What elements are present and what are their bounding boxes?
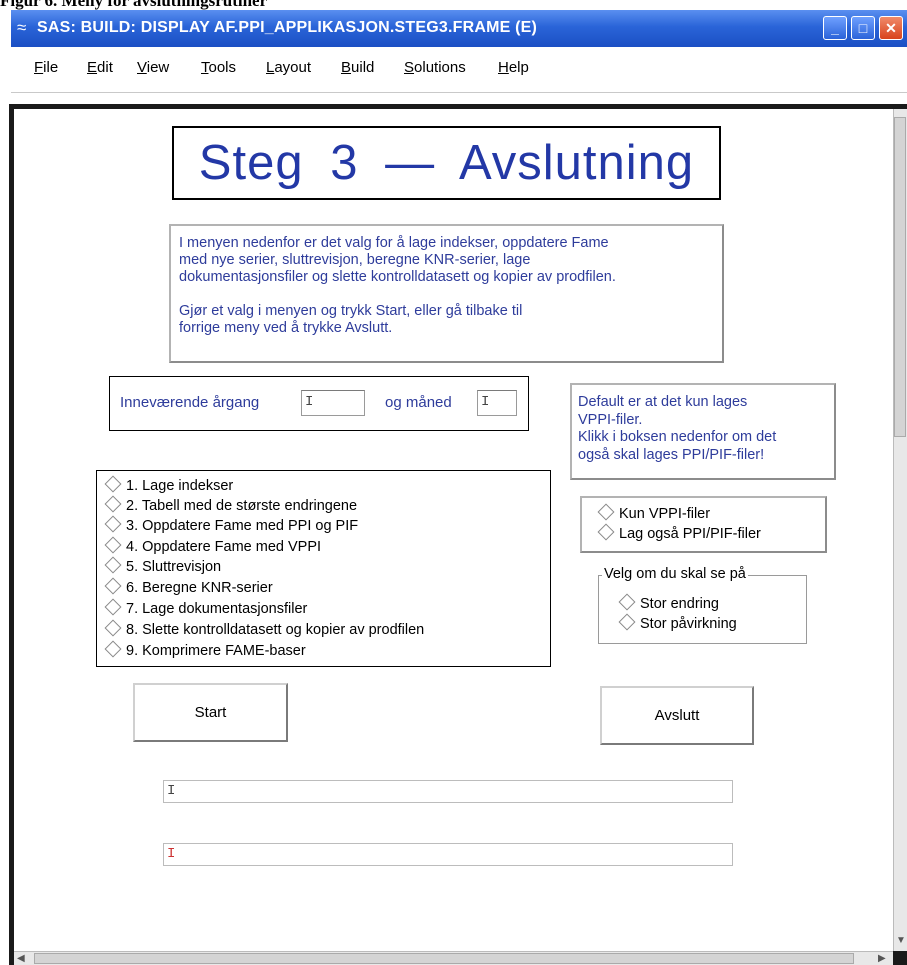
- year-label: Inneværende årgang: [120, 394, 260, 411]
- radio-diamond-icon[interactable]: [104, 515, 122, 533]
- default-note-box: Default er at det kun lages VPPI-filer. …: [570, 383, 836, 480]
- text-cursor-icon: I: [305, 394, 314, 410]
- menu-bar: File Edit View Tools Layout Build Soluti…: [11, 47, 907, 93]
- radio-diamond-icon[interactable]: [104, 598, 122, 616]
- month-label: og måned: [385, 394, 452, 411]
- menu-file[interactable]: File: [34, 59, 58, 76]
- radio-diamond-icon[interactable]: [104, 556, 122, 574]
- radio-diamond-icon[interactable]: [104, 619, 122, 637]
- task-option[interactable]: 8. Slette kontrolldatasett og kopier av …: [104, 619, 425, 639]
- text-cursor-icon: I: [167, 783, 176, 799]
- file-option-vppi[interactable]: Kun VPPI-filer: [597, 503, 711, 523]
- task-option-label: 4. Oppdatere Fame med VPPI: [126, 539, 322, 555]
- period-box: Inneværende årgang I og måned I: [109, 376, 529, 431]
- scroll-left-icon[interactable]: ◀: [17, 953, 25, 965]
- radio-diamond-icon[interactable]: [104, 495, 122, 513]
- text-cursor-icon: I: [167, 846, 176, 862]
- menu-tools[interactable]: Tools: [201, 59, 236, 76]
- month-input[interactable]: I: [477, 390, 517, 416]
- task-option-label: 6. Beregne KNR-serier: [126, 580, 273, 596]
- task-radio-group: 1. Lage indekser 2. Tabell med de størst…: [96, 470, 551, 667]
- menu-layout[interactable]: Layout: [266, 59, 311, 76]
- year-input[interactable]: I: [301, 390, 365, 416]
- task-option[interactable]: 2. Tabell med de største endringene: [104, 495, 358, 515]
- menu-help[interactable]: Help: [498, 59, 529, 76]
- task-option-label: 9. Komprimere FAME-baser: [126, 643, 306, 659]
- sas-app-icon: ≈: [17, 18, 27, 37]
- radio-diamond-icon[interactable]: [618, 613, 636, 631]
- file-option-label: Lag også PPI/PIF-filer: [619, 526, 761, 542]
- menu-build[interactable]: Build: [341, 59, 374, 76]
- minimize-button[interactable]: _: [823, 16, 847, 40]
- task-option[interactable]: 3. Oppdatere Fame med PPI og PIF: [104, 515, 359, 535]
- task-option[interactable]: 5. Sluttrevisjon: [104, 556, 222, 576]
- task-option[interactable]: 4. Oppdatere Fame med VPPI: [104, 536, 322, 556]
- view-option-label: Stor påvirkning: [640, 616, 737, 632]
- radio-diamond-icon[interactable]: [104, 536, 122, 554]
- view-choice-group: Velg om du skal se på Stor endring Stor …: [598, 566, 807, 644]
- menu-edit[interactable]: Edit: [87, 59, 113, 76]
- radio-diamond-icon[interactable]: [597, 503, 615, 521]
- radio-diamond-icon[interactable]: [104, 640, 122, 658]
- file-option-label: Kun VPPI-filer: [619, 506, 711, 522]
- radio-diamond-icon[interactable]: [618, 593, 636, 611]
- radio-diamond-icon[interactable]: [104, 577, 122, 595]
- radio-diamond-icon[interactable]: [104, 475, 122, 493]
- task-option[interactable]: 1. Lage indekser: [104, 475, 234, 495]
- file-type-radio-group: Kun VPPI-filer Lag også PPI/PIF-filer: [580, 496, 827, 553]
- task-option-label: 7. Lage dokumentasjonsfiler: [126, 601, 308, 617]
- task-option-label: 3. Oppdatere Fame med PPI og PIF: [126, 518, 359, 534]
- horizontal-scrollbar[interactable]: ◀ ▶: [14, 951, 893, 965]
- vertical-scrollbar[interactable]: ▼: [893, 109, 907, 951]
- view-option-large-change[interactable]: Stor endring: [618, 593, 719, 613]
- window-titlebar[interactable]: ≈ SAS: BUILD: DISPLAY AF.PPI_APPLIKASJON…: [11, 10, 907, 47]
- menu-view[interactable]: View: [137, 59, 169, 76]
- maximize-button[interactable]: □: [851, 16, 875, 40]
- scroll-right-icon[interactable]: ▶: [878, 953, 886, 965]
- message-field-2[interactable]: I: [163, 843, 733, 866]
- window-title: SAS: BUILD: DISPLAY AF.PPI_APPLIKASJON.S…: [37, 19, 538, 36]
- menu-solutions[interactable]: Solutions: [404, 59, 466, 76]
- task-option[interactable]: 7. Lage dokumentasjonsfiler: [104, 598, 308, 618]
- view-choice-legend: Velg om du skal se på: [602, 566, 748, 582]
- info-textbox: I menyen nedenfor er det valg for å lage…: [169, 224, 724, 363]
- page-heading: Steg 3 — Avslutning: [198, 136, 695, 190]
- view-option-large-impact[interactable]: Stor påvirkning: [618, 613, 737, 633]
- vertical-scroll-thumb[interactable]: [894, 117, 906, 437]
- message-field-1[interactable]: I: [163, 780, 733, 803]
- scroll-down-icon[interactable]: ▼: [896, 935, 906, 947]
- task-option-label: 5. Sluttrevisjon: [126, 559, 222, 575]
- info-text: I menyen nedenfor er det valg for å lage…: [179, 235, 616, 336]
- default-note-text: Default er at det kun lages VPPI-filer. …: [578, 394, 777, 463]
- text-cursor-icon: I: [481, 394, 490, 410]
- exit-button[interactable]: Avslutt: [600, 686, 754, 745]
- radio-diamond-icon[interactable]: [597, 523, 615, 541]
- heading-box: Steg 3 — Avslutning: [172, 126, 721, 200]
- horizontal-scroll-thumb[interactable]: [34, 953, 854, 964]
- close-button[interactable]: ✕: [879, 16, 903, 40]
- task-option-label: 1. Lage indekser: [126, 478, 234, 494]
- start-button[interactable]: Start: [133, 683, 288, 742]
- file-option-ppi-pif[interactable]: Lag også PPI/PIF-filer: [597, 523, 761, 543]
- view-option-label: Stor endring: [640, 596, 719, 612]
- task-option[interactable]: 9. Komprimere FAME-baser: [104, 640, 306, 660]
- task-option-label: 8. Slette kontrolldatasett og kopier av …: [126, 622, 425, 638]
- task-option[interactable]: 6. Beregne KNR-serier: [104, 577, 273, 597]
- task-option-label: 2. Tabell med de største endringene: [126, 498, 358, 514]
